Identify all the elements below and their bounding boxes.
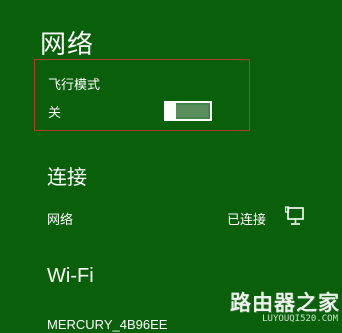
watermark: 路由器之家 LUYOUQI520.COM (230, 287, 340, 331)
wifi-title: Wi-Fi (47, 265, 94, 287)
ethernet-icon (285, 206, 304, 225)
connection-item-network[interactable]: 网络 已连接 (47, 205, 317, 229)
connections-title: 连接 (47, 165, 87, 189)
airplane-mode-state: 关 (48, 106, 62, 121)
toggle-thumb[interactable] (166, 103, 176, 119)
toggle-track (176, 105, 208, 117)
watermark-url: LUYOUQI520.COM (262, 314, 338, 324)
airplane-mode-label: 飞行模式 (48, 78, 101, 93)
airplane-mode-toggle[interactable] (164, 101, 212, 121)
wifi-network-item[interactable]: MERCURY_4B96EE (47, 317, 167, 332)
airplane-mode-section: 飞行模式 关 (34, 59, 250, 131)
connection-status: 已连接 (227, 213, 267, 228)
connection-name: 网络 (47, 213, 74, 228)
watermark-title: 路由器之家 (230, 291, 340, 315)
page-title: 网络 (40, 30, 95, 60)
